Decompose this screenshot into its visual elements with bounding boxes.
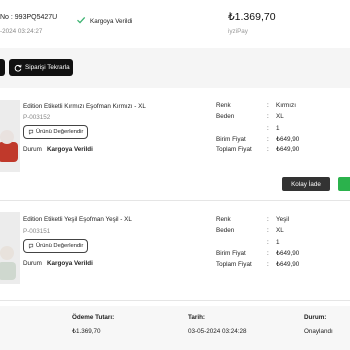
easy-return-label: Kolay İade <box>291 180 321 188</box>
order-total: ₺1.369,70 <box>228 11 276 23</box>
chat-icon <box>28 243 34 249</box>
spec-colon: : <box>267 216 269 223</box>
status-value: Onaylandı <box>304 328 333 335</box>
review-button[interactable]: Ürünü Değerlendir <box>23 239 88 253</box>
product-image[interactable] <box>0 212 20 284</box>
spec-label: Birim Fiyat <box>216 250 246 257</box>
state-label: Durum <box>23 146 42 153</box>
spec-colon: : <box>267 136 269 143</box>
spec-value: Kırmızı <box>276 102 296 109</box>
review-label: Ürünü Değerlendir <box>36 129 84 135</box>
spec-colon: : <box>267 125 269 132</box>
order-status: Kargoya Verildi <box>90 18 133 25</box>
payment-amount-value: ₺1.369,70 <box>72 328 101 335</box>
spec-label: Renk <box>216 216 231 223</box>
reorder-button[interactable]: Siparişi Tekrarla <box>9 59 73 76</box>
refresh-icon <box>14 64 22 72</box>
order-date: -2024 03:24:27 <box>0 28 43 35</box>
state-value: Kargoya Verildi <box>47 146 93 153</box>
divider <box>0 200 350 201</box>
spec-colon: : <box>267 113 269 120</box>
order-number: No : 993PQ5427U <box>0 14 58 21</box>
spec-value: ₺649,90 <box>276 261 300 268</box>
payment-amount-label: Ödeme Tutarı: <box>72 314 115 321</box>
spec-label: Toplam Fiyat <box>216 146 252 153</box>
spec-value: XL <box>276 227 284 234</box>
spec-quantity: 1 <box>276 125 280 132</box>
toolbar-button-partial[interactable] <box>0 59 5 76</box>
spec-value: ₺649,90 <box>276 146 300 153</box>
status-label: Durum: <box>304 314 327 321</box>
product-name[interactable]: Edition Etiketli Kırmızı Eşofman Kırmızı… <box>23 103 146 110</box>
review-label: Ürünü Değerlendir <box>36 243 84 249</box>
spec-colon: : <box>267 102 269 109</box>
spec-value: XL <box>276 113 284 120</box>
spec-colon: : <box>267 227 269 234</box>
product-name[interactable]: Edition Etiketli Yeşil Eşofman Yeşil - X… <box>23 216 132 223</box>
chat-icon <box>28 129 34 135</box>
review-button[interactable]: Ürünü Değerlendir <box>23 125 88 139</box>
spec-label: Toplam Fiyat <box>216 261 252 268</box>
easy-return-button[interactable]: Kolay İade <box>282 177 330 191</box>
spec-value: ₺649,90 <box>276 250 300 257</box>
spec-quantity: 1 <box>276 239 280 246</box>
date-value: 03-05-2024 03:24:28 <box>188 328 247 335</box>
product-image[interactable] <box>0 100 20 172</box>
state-label: Durum <box>23 260 42 267</box>
product-code: P-003151 <box>23 228 51 235</box>
spec-value: ₺649,90 <box>276 136 300 143</box>
divider <box>0 300 350 301</box>
date-label: Tarih: <box>188 314 206 321</box>
order-summary <box>0 306 350 350</box>
check-icon <box>77 16 86 24</box>
spec-value: Yeşil <box>276 216 290 223</box>
spec-label: Beden <box>216 113 235 120</box>
payment-method: iyziPay <box>228 28 248 35</box>
state-value: Kargoya Verildi <box>47 260 93 267</box>
spec-label: Beden <box>216 227 235 234</box>
product-code: P-003152 <box>23 114 51 121</box>
spec-colon: : <box>267 146 269 153</box>
spec-label: Birim Fiyat <box>216 136 246 143</box>
spec-label: Renk <box>216 102 231 109</box>
spec-colon: : <box>267 250 269 257</box>
spec-colon: : <box>267 261 269 268</box>
reorder-label: Siparişi Tekrarla <box>25 64 70 71</box>
partial-action-button[interactable] <box>338 177 350 191</box>
spec-colon: : <box>267 239 269 246</box>
